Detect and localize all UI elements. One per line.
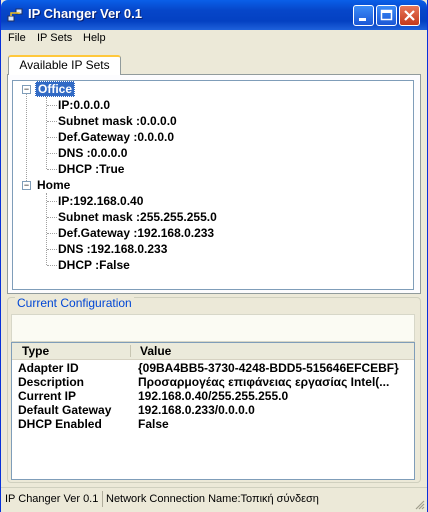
table-row[interactable]: Description Προσαρμογέας επιφάνειας εργα… bbox=[12, 375, 414, 389]
maximize-icon bbox=[380, 9, 393, 21]
cell-value: 192.168.0.233/0.0.0.0 bbox=[138, 403, 255, 417]
tree-office-ip[interactable]: IP:0.0.0.0 bbox=[58, 98, 110, 112]
column-header-type[interactable]: Type bbox=[22, 344, 49, 358]
tree-connector bbox=[26, 93, 27, 189]
tree-office-gateway[interactable]: Def.Gateway :0.0.0.0 bbox=[58, 130, 174, 144]
table-row[interactable]: Default Gateway 192.168.0.233/0.0.0.0 bbox=[12, 403, 414, 417]
window-title: IP Changer Ver 0.1 bbox=[28, 6, 142, 21]
menu-ip-sets[interactable]: IP Sets bbox=[37, 32, 72, 44]
cell-type: DHCP Enabled bbox=[18, 417, 102, 431]
tree-connector bbox=[47, 217, 57, 218]
app-window: IP Changer Ver 0.1 File IP Sets Help Ava… bbox=[0, 0, 428, 512]
menu-file[interactable]: File bbox=[8, 32, 26, 44]
tree-node-home[interactable]: Home bbox=[37, 178, 70, 192]
menu-help[interactable]: Help bbox=[83, 32, 106, 44]
list-header: Type Value bbox=[12, 343, 414, 360]
maximize-button[interactable] bbox=[376, 5, 397, 26]
tree-connector bbox=[47, 201, 57, 202]
title-bar[interactable]: IP Changer Ver 0.1 bbox=[1, 0, 427, 30]
tree-home-ip[interactable]: IP:192.168.0.40 bbox=[58, 194, 143, 208]
resize-grip-icon[interactable] bbox=[413, 498, 425, 510]
cell-value: 192.168.0.40/255.255.255.0 bbox=[138, 389, 289, 403]
config-list[interactable]: Type Value Adapter ID {09BA4BB5-3730-424… bbox=[11, 342, 415, 480]
tab-available-ip-sets[interactable]: Available IP Sets bbox=[8, 55, 121, 75]
cell-value: False bbox=[138, 417, 169, 431]
minimize-button[interactable] bbox=[353, 5, 374, 26]
collapse-home-button[interactable]: − bbox=[22, 181, 31, 190]
tree-node-office-label: Office bbox=[35, 81, 76, 97]
tree-home-gateway[interactable]: Def.Gateway :192.168.0.233 bbox=[58, 226, 214, 240]
cell-type: Adapter ID bbox=[18, 361, 79, 375]
tree-office-dns[interactable]: DNS :0.0.0.0 bbox=[58, 146, 127, 160]
cell-type: Default Gateway bbox=[18, 403, 112, 417]
tree-connector bbox=[47, 121, 57, 122]
status-connection-name: Network Connection Name:Τοπική σύνδεση bbox=[106, 493, 319, 505]
tree-node-office[interactable]: Office bbox=[35, 81, 76, 97]
tree-connector bbox=[46, 97, 47, 169]
tree-connector bbox=[47, 105, 57, 106]
table-row[interactable]: DHCP Enabled False bbox=[12, 417, 414, 431]
tree-connector bbox=[47, 233, 57, 234]
cell-type: Current IP bbox=[18, 389, 77, 403]
tree-home-dns[interactable]: DNS :192.168.0.233 bbox=[58, 242, 167, 256]
config-panel bbox=[11, 314, 415, 342]
status-bar: IP Changer Ver 0.1 Network Connection Na… bbox=[1, 487, 427, 512]
cell-value: {09BA4BB5-3730-4248-BDD5-515646EFCEBF} bbox=[138, 361, 399, 375]
tree-home-dhcp[interactable]: DHCP :False bbox=[58, 258, 130, 272]
tree-office-dhcp[interactable]: DHCP :True bbox=[58, 162, 124, 176]
close-button[interactable] bbox=[399, 5, 420, 26]
tree-connector bbox=[46, 193, 47, 265]
collapse-office-button[interactable]: − bbox=[22, 85, 31, 94]
tree-connector bbox=[47, 249, 57, 250]
tree-office-subnet[interactable]: Subnet mask :0.0.0.0 bbox=[58, 114, 177, 128]
menu-bar: File IP Sets Help bbox=[1, 30, 427, 48]
cell-type: Description bbox=[18, 375, 85, 389]
network-app-icon bbox=[7, 8, 23, 22]
tree-connector bbox=[47, 265, 57, 266]
table-row[interactable]: Adapter ID {09BA4BB5-3730-4248-BDD5-5156… bbox=[12, 361, 414, 375]
tree-home-subnet[interactable]: Subnet mask :255.255.255.0 bbox=[58, 210, 217, 224]
tree-connector bbox=[47, 137, 57, 138]
tree-connector bbox=[47, 153, 57, 154]
column-divider[interactable] bbox=[130, 345, 131, 357]
current-config-title: Current Configuration bbox=[15, 296, 134, 310]
status-app-name: IP Changer Ver 0.1 bbox=[1, 491, 104, 507]
ip-sets-tree[interactable]: − Office IP:0.0.0.0 Subnet mask :0.0.0.0… bbox=[12, 80, 414, 290]
cell-value: Προσαρμογέας επιφάνειας εργασίας Intel(.… bbox=[138, 375, 390, 389]
column-header-value[interactable]: Value bbox=[140, 344, 171, 358]
close-icon bbox=[404, 10, 415, 21]
table-row[interactable]: Current IP 192.168.0.40/255.255.255.0 bbox=[12, 389, 414, 403]
minimize-icon bbox=[359, 18, 366, 21]
tree-connector bbox=[47, 169, 57, 170]
